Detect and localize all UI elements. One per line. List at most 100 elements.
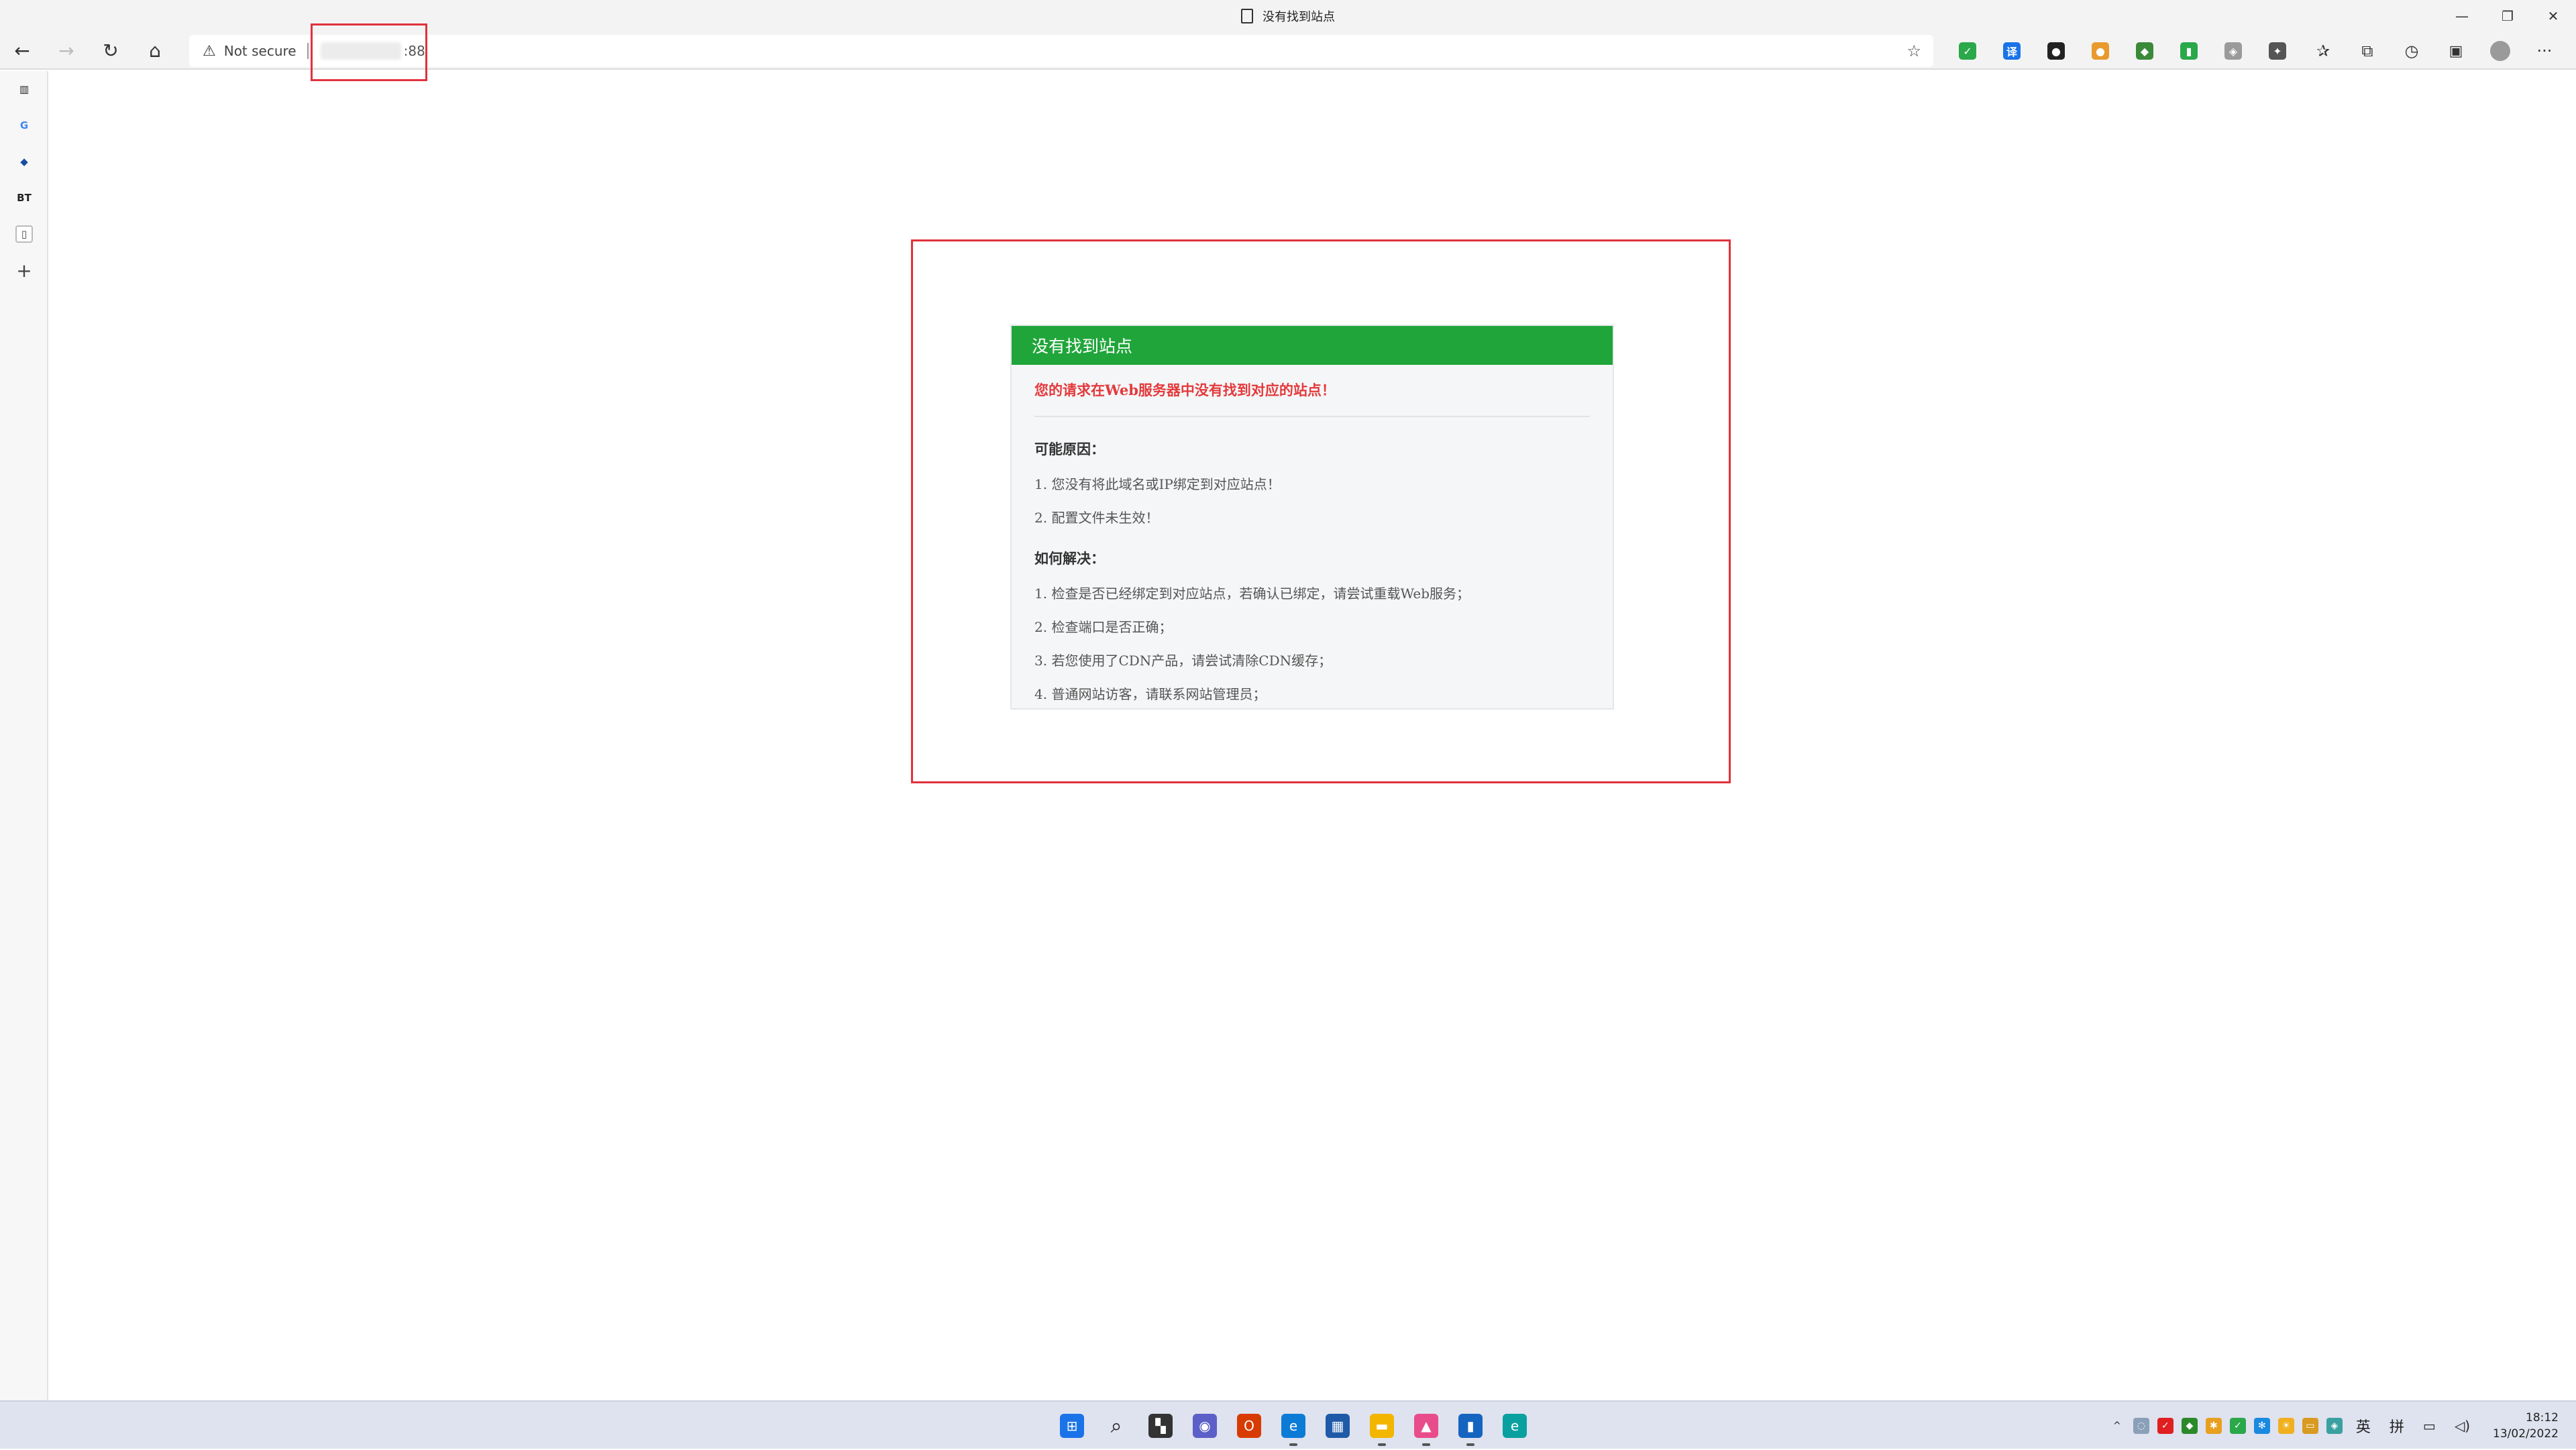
plus-icon: +: [16, 259, 32, 282]
tray-bluetooth-icon[interactable]: ✻: [2253, 1418, 2270, 1434]
tray-apps-icon[interactable]: ✱: [2205, 1418, 2222, 1434]
clock-date: 13/02/2022: [2493, 1427, 2559, 1441]
favorites-button[interactable]: ✰: [2301, 32, 2345, 70]
tray-drop-icon[interactable]: ◌: [2133, 1418, 2149, 1434]
clock-time: 18:12: [2526, 1411, 2559, 1425]
favorites-icon: ✰: [2316, 42, 2330, 60]
puzzle-extension-button[interactable]: ✦: [2255, 32, 2300, 70]
sync-extension-button[interactable]: ◆: [2123, 32, 2167, 70]
warning-icon: ⚠: [203, 42, 216, 60]
tray-chevron-icon[interactable]: ^: [2108, 1418, 2125, 1434]
store-app[interactable]: ▦: [1316, 1402, 1360, 1450]
search-app[interactable]: ⌕: [1094, 1402, 1138, 1450]
office-icon: O: [1237, 1414, 1261, 1438]
solution-item: 3. 若您使用了CDN产品，请尝试清除CDN缓存；: [1034, 653, 1332, 669]
panel-body: 您的请求在Web服务器中没有找到对应的站点！ 可能原因： 1. 您没有将此域名或…: [1012, 365, 1613, 703]
document-icon: [1241, 9, 1253, 23]
mask-extension-icon: ●: [2047, 42, 2065, 60]
panel-header: 没有找到站点: [1012, 326, 1613, 365]
refresh-button[interactable]: ↻: [89, 32, 133, 69]
translate-extension-button[interactable]: 译: [1990, 32, 2034, 70]
notes-app-app[interactable]: ▮: [1448, 1402, 1493, 1450]
chat-icon: ◉: [1193, 1414, 1217, 1438]
taskbar-apps: ⊞ ⌕ ▚ ◉ Oe ▦ ▬ ▲ ▮ e: [1050, 1402, 1537, 1450]
edge-app[interactable]: e: [1271, 1402, 1316, 1450]
screenshot-icon: ▣: [2449, 42, 2463, 60]
solution-item: 2. 检查端口是否正确；: [1034, 619, 1173, 635]
minimize-button[interactable]: —: [2439, 0, 2485, 32]
notes-extension-icon: ▮: [2180, 42, 2198, 60]
home-button[interactable]: ⌂: [133, 32, 177, 69]
reasons-title: 可能原因：: [1034, 441, 1105, 457]
edge-dev-app[interactable]: e: [1493, 1402, 1537, 1450]
collections-icon: ⧉: [2361, 42, 2373, 60]
shield-extension-icon: ✓: [1959, 42, 1976, 60]
tray-shield-icon[interactable]: ◈: [2326, 1418, 2343, 1434]
ime-language[interactable]: 英: [2356, 1415, 2371, 1437]
volume-icon[interactable]: ◁): [2455, 1418, 2470, 1434]
edge-icon: e: [1281, 1414, 1305, 1438]
office-app[interactable]: O: [1227, 1402, 1271, 1450]
browser-actions: ✰ ⧉ ◷ ▣ ···: [2301, 32, 2567, 70]
ime-mode[interactable]: 拼: [2390, 1415, 2404, 1437]
sidebar-tab-current[interactable]: ▯: [0, 216, 48, 252]
paint-app[interactable]: ▲: [1404, 1402, 1448, 1450]
sidebar-tab-google[interactable]: G: [0, 107, 48, 144]
separator: [307, 43, 309, 59]
home-icon: ⌂: [149, 39, 161, 62]
network-icon[interactable]: ▭: [2423, 1418, 2436, 1434]
error-message: 您的请求在Web服务器中没有找到对应的站点！: [1034, 380, 1590, 417]
tray-sync-icon[interactable]: ◆: [2181, 1418, 2198, 1434]
search-icon: ⌕: [1104, 1414, 1128, 1438]
taskbar: ⊞ ⌕ ▚ ◉ Oe ▦ ▬ ▲ ▮ e ^ ◌ ✓ ◆ ✱ ✓ ✻ ☀ ▭ ◈ 英 拼 ▭ ◁) 18:12 13…: [0, 1400, 2576, 1449]
new-tab-button[interactable]: +: [0, 252, 48, 288]
privacy-extension-button[interactable]: ◈: [2211, 32, 2255, 70]
notes-app-icon: ▮: [1458, 1414, 1483, 1438]
error-panel: 没有找到站点 您的请求在Web服务器中没有找到对应的站点！ 可能原因： 1. 您…: [1010, 325, 1614, 710]
task-view-icon: ▚: [1148, 1414, 1173, 1438]
file-explorer-app[interactable]: ▬: [1360, 1402, 1404, 1450]
sidebar-tab-bt[interactable]: BT: [0, 180, 48, 216]
puzzle-extension-icon: ✦: [2269, 42, 2286, 60]
refresh-icon: ↻: [103, 39, 119, 62]
cookie-extension-button[interactable]: ●: [2078, 32, 2123, 70]
add-favorite-icon[interactable]: ☆: [1907, 42, 1921, 60]
back-button[interactable]: ←: [0, 32, 44, 69]
close-button[interactable]: ✕: [2530, 0, 2576, 32]
tray-check-icon[interactable]: ✓: [2229, 1418, 2246, 1434]
reason-item: 1. 您没有将此域名或IP绑定到对应站点！: [1034, 476, 1281, 492]
sidebar-tab-reader-icon: ▥: [19, 83, 30, 95]
solutions-title: 如何解决：: [1034, 550, 1105, 567]
privacy-extension-icon: ◈: [2224, 42, 2242, 60]
screenshot-button[interactable]: ▣: [2434, 32, 2478, 70]
clock[interactable]: 18:12 13/02/2022: [2493, 1410, 2559, 1442]
start-app[interactable]: ⊞: [1050, 1402, 1094, 1450]
address-bar[interactable]: ⚠ Not secure :88 ☆: [189, 35, 1933, 67]
forward-button[interactable]: →: [44, 32, 89, 69]
security-label[interactable]: Not secure: [224, 43, 297, 59]
history-icon: ◷: [2404, 42, 2419, 60]
restore-button[interactable]: ❐: [2485, 0, 2530, 32]
tray-antivirus-icon[interactable]: ✓: [2157, 1418, 2174, 1434]
system-tray: ^ ◌ ✓ ◆ ✱ ✓ ✻ ☀ ▭ ◈ 英 拼 ▭ ◁) 18:12 13/02/2022: [2105, 1402, 2576, 1450]
extensions-area: ✓ 译 ● ● ◆ ▮ ◈ ✦: [1945, 32, 2300, 70]
tray-sun-icon[interactable]: ☀: [2277, 1418, 2294, 1434]
window-title: 没有找到站点: [1263, 10, 1335, 24]
profile-button[interactable]: [2478, 32, 2522, 70]
solution-item: 4. 普通网站访客，请联系网站管理员；: [1034, 686, 1267, 702]
chat-app[interactable]: ◉: [1183, 1402, 1227, 1450]
settings-menu-button[interactable]: ···: [2522, 32, 2567, 70]
sidebar-tab-scholar[interactable]: ◆: [0, 144, 48, 180]
notes-extension-button[interactable]: ▮: [2167, 32, 2211, 70]
task-view-app[interactable]: ▚: [1138, 1402, 1183, 1450]
sidebar-tab-current-icon: ▯: [15, 225, 33, 243]
shield-extension-button[interactable]: ✓: [1945, 32, 1990, 70]
sidebar-tab-reader[interactable]: ▥: [0, 71, 48, 107]
tray-folder-icon[interactable]: ▭: [2302, 1418, 2318, 1434]
store-icon: ▦: [1326, 1414, 1350, 1438]
history-button[interactable]: ◷: [2390, 32, 2434, 70]
edge-dev-icon: e: [1503, 1414, 1527, 1438]
mask-extension-button[interactable]: ●: [2034, 32, 2078, 70]
sidebar-tab-bt-icon: BT: [17, 192, 32, 204]
collections-button[interactable]: ⧉: [2345, 32, 2390, 70]
